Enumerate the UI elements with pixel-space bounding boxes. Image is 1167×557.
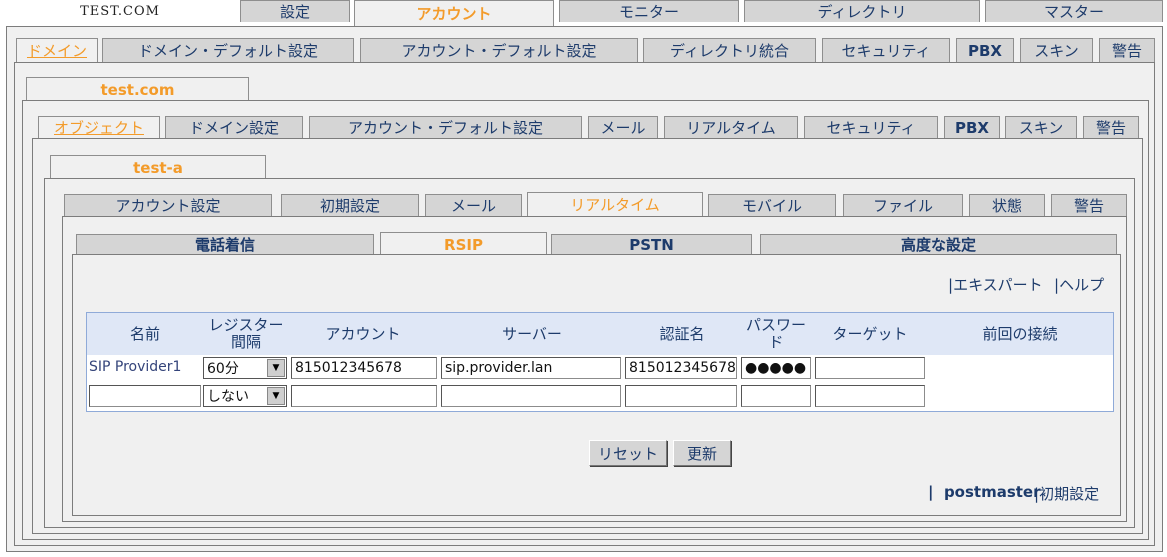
header-password: パスワード xyxy=(739,313,813,355)
row1-name: SIP Provider1 xyxy=(89,359,182,375)
row1-server-input[interactable]: sip.provider.lan xyxy=(441,357,621,379)
account-name-tab: test-a xyxy=(50,155,266,179)
tab-pstn[interactable]: PSTN xyxy=(551,234,752,254)
tab-account-default[interactable]: アカウント・デフォルト設定 xyxy=(360,38,638,62)
preferences-link[interactable]: |初期設定 xyxy=(1034,483,1099,504)
header-interval: レジスター間隔 xyxy=(203,313,289,355)
expert-link[interactable]: |エキスパート xyxy=(948,274,1043,295)
tab-mobile[interactable]: モバイル xyxy=(708,194,836,216)
row1-account-input[interactable]: 815012345678 xyxy=(291,357,437,379)
row2-name-input[interactable] xyxy=(89,385,201,407)
reset-button[interactable]: リセット xyxy=(589,440,667,466)
tab-preferences[interactable]: 初期設定 xyxy=(281,194,419,216)
row2-target-input[interactable] xyxy=(815,385,925,407)
row2-interval-select[interactable]: しない ▼ xyxy=(203,385,287,407)
domain-name-tab: test.com xyxy=(26,77,249,101)
tab-files[interactable]: ファイル xyxy=(843,194,963,216)
brand-title: TEST.COM xyxy=(80,3,160,19)
update-button[interactable]: 更新 xyxy=(673,440,731,466)
row2-password-input[interactable] xyxy=(741,385,811,407)
row2-auth-input[interactable] xyxy=(625,385,737,407)
header-last-connection: 前回の接続 xyxy=(927,313,1113,355)
tab-domain-settings[interactable]: ドメイン設定 xyxy=(165,116,303,138)
tab-security[interactable]: セキュリティ xyxy=(822,38,950,62)
tab-account[interactable]: アカウント xyxy=(354,0,554,26)
tab-status[interactable]: 状態 xyxy=(969,194,1045,216)
tab-account-alert[interactable]: 警告 xyxy=(1051,194,1127,216)
chevron-down-icon: ▼ xyxy=(267,359,285,377)
tab-rsip[interactable]: RSIP xyxy=(380,232,547,256)
user-link[interactable]: | postmaster xyxy=(928,483,1041,501)
tab-skin[interactable]: スキン xyxy=(1020,38,1093,62)
rsip-table: 名前 レジスター間隔 アカウント サーバー 認証名 パスワード ターゲット 前回… xyxy=(86,312,1114,412)
tab-pbx[interactable]: PBX xyxy=(956,38,1014,62)
tab-domain-default[interactable]: ドメイン・デフォルト設定 xyxy=(102,38,354,62)
tab-domain[interactable]: ドメイン xyxy=(16,38,98,62)
header-server: サーバー xyxy=(439,313,625,355)
tab-object-account-default[interactable]: アカウント・デフォルト設定 xyxy=(309,116,582,138)
tab-object-realtime[interactable]: リアルタイム xyxy=(664,116,798,138)
row1-interval-select[interactable]: 60分 ▼ xyxy=(203,357,287,379)
row2-server-input[interactable] xyxy=(441,385,621,407)
tab-object-security[interactable]: セキュリティ xyxy=(804,116,938,138)
row2-account-input[interactable] xyxy=(291,385,437,407)
tab-account-settings[interactable]: アカウント設定 xyxy=(64,194,272,216)
tab-object-alert[interactable]: 警告 xyxy=(1083,116,1139,138)
tab-alert[interactable]: 警告 xyxy=(1099,38,1155,62)
header-target: ターゲット xyxy=(813,313,927,355)
chevron-down-icon: ▼ xyxy=(267,387,285,405)
tab-account-realtime[interactable]: リアルタイム xyxy=(527,192,703,216)
header-auth-name: 認証名 xyxy=(625,313,739,355)
help-link[interactable]: |ヘルプ xyxy=(1054,274,1104,295)
tab-incoming-calls[interactable]: 電話着信 xyxy=(76,234,374,254)
tab-monitor[interactable]: モニター xyxy=(559,0,739,22)
header-account: アカウント xyxy=(289,313,437,355)
tab-account-mail[interactable]: メール xyxy=(425,194,522,216)
tab-master[interactable]: マスター xyxy=(985,0,1163,22)
row1-auth-input[interactable]: 815012345678 xyxy=(625,357,737,379)
tab-directory-integration[interactable]: ディレクトリ統合 xyxy=(643,38,816,62)
tab-object[interactable]: オブジェクト xyxy=(38,116,160,138)
header-name: 名前 xyxy=(87,313,203,355)
tab-object-pbx[interactable]: PBX xyxy=(944,116,1000,138)
tab-settings[interactable]: 設定 xyxy=(240,0,350,22)
tab-advanced[interactable]: 高度な設定 xyxy=(760,234,1117,254)
row1-password-input[interactable]: ●●●●● xyxy=(741,357,811,379)
tab-directory[interactable]: ディレクトリ xyxy=(744,0,980,22)
tab-object-skin[interactable]: スキン xyxy=(1005,116,1077,138)
row1-target-input[interactable] xyxy=(815,357,925,379)
tab-object-mail[interactable]: メール xyxy=(588,116,658,138)
